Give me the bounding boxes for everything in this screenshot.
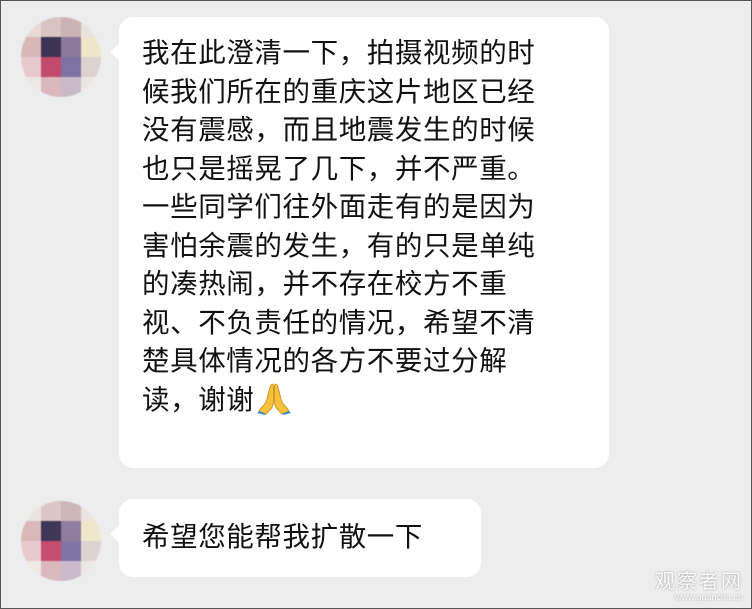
message-bubble[interactable]: 希望您能帮我扩散一下 (110, 499, 481, 577)
message-line: 没有震感，而且地震发生的时候 (142, 114, 536, 146)
message-text: 希望您能帮我扩散一下 (142, 521, 423, 553)
message-line: 一些同学们往外面走有的是因为 (142, 191, 536, 223)
sender-avatar[interactable] (21, 17, 101, 97)
watermark-url: www.guancha.cn (674, 592, 743, 602)
sender-avatar[interactable] (21, 501, 101, 581)
message-line: 的凑热闹，并不存在校方不重 (142, 268, 508, 300)
message-line: 候我们所在的重庆这片地区已经 (142, 75, 536, 108)
message-line: 也只是摇晃了几下，并不严重。 (142, 152, 536, 185)
message-line: 视、不负责任的情况，希望不清 (142, 306, 536, 339)
watermark-name: 观察者网 (655, 569, 743, 593)
message-line-last: 读，谢谢 (142, 381, 591, 420)
message-bubble[interactable]: 我在此澄清一下，拍摄视频的时 候我们所在的重庆这片地区已经 没有震感，而且地震发… (110, 17, 609, 468)
message-line-text: 读，谢谢 (142, 383, 255, 416)
watermark-logo: 观察者网 www.guancha.cn (655, 570, 743, 602)
message-line: 我在此澄清一下，拍摄视频的时 (142, 37, 536, 69)
message-line: 害怕余震的发生，有的只是单纯 (142, 229, 536, 262)
chat-window: 我在此澄清一下，拍摄视频的时 候我们所在的重庆这片地区已经 没有震感，而且地震发… (0, 0, 752, 609)
folded-hands-icon (256, 381, 292, 415)
message-line: 楚具体情况的各方不要过分解 (142, 345, 508, 377)
